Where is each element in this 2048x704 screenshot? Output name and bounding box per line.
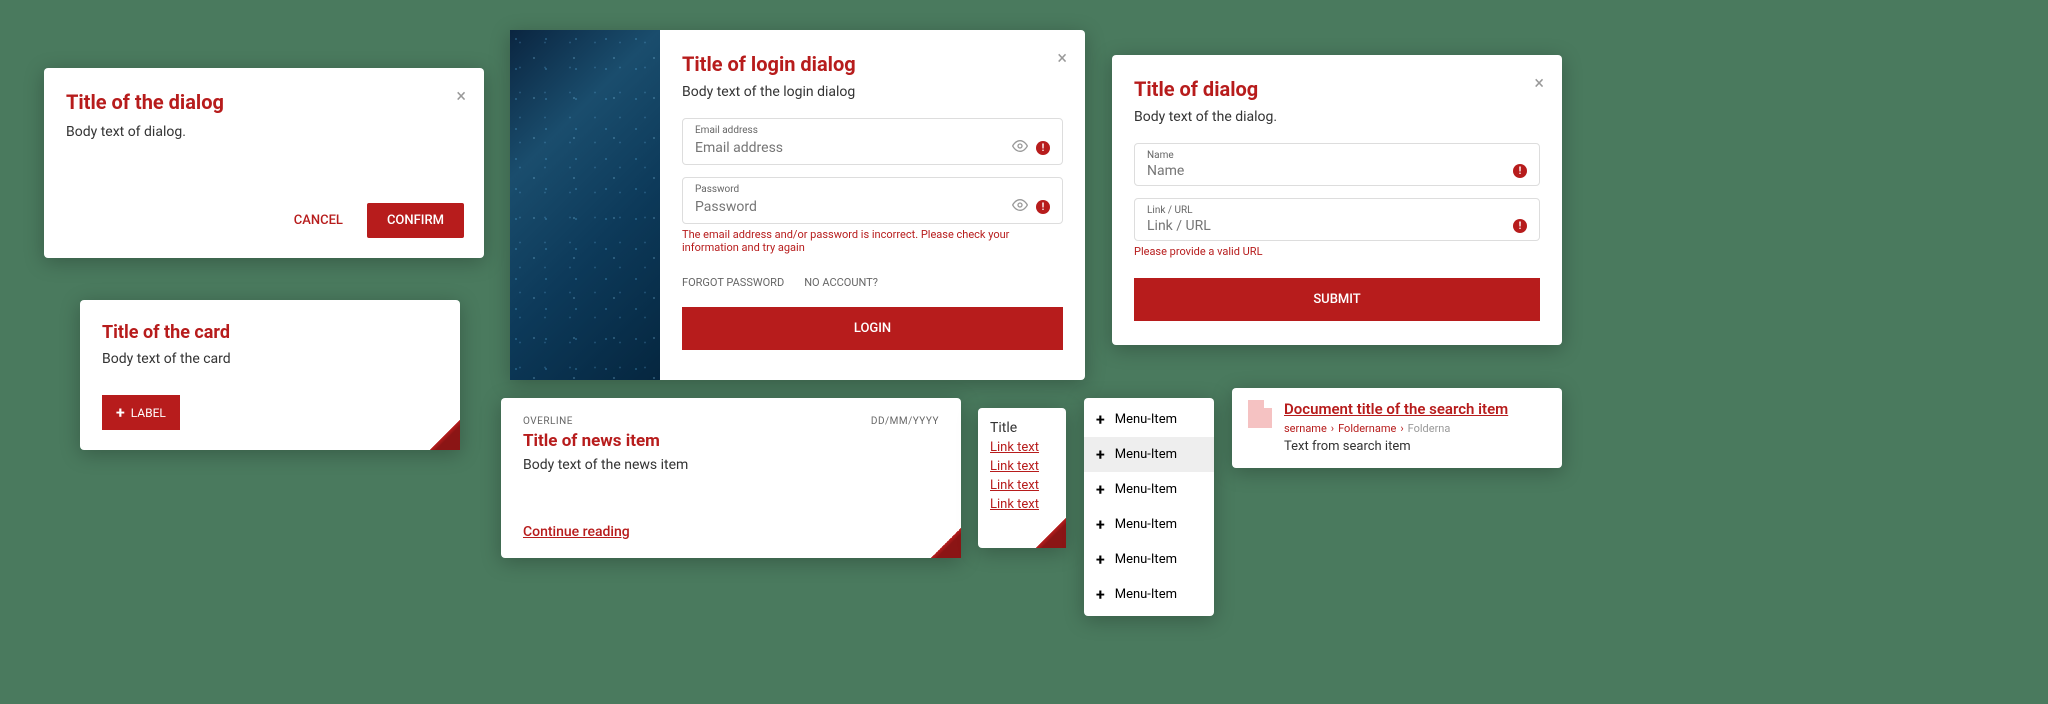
name-field-wrapper: Name ! [1134, 143, 1540, 186]
password-input[interactable] [695, 199, 1012, 215]
link-item[interactable]: Link text [990, 459, 1054, 474]
password-field-wrapper: Password ! [682, 177, 1063, 224]
plus-icon: + [1096, 515, 1105, 534]
email-input[interactable] [695, 140, 1012, 156]
email-field-wrapper: Email address ! [682, 118, 1063, 165]
error-icon: ! [1036, 200, 1050, 214]
menu-item[interactable]: +Menu-Item [1084, 577, 1214, 612]
forgot-password-link[interactable]: FORGOT PASSWORD [682, 276, 784, 289]
plus-icon: + [1096, 550, 1105, 569]
breadcrumb: sername›Foldername›Folderna [1284, 422, 1546, 435]
news-card: OVERLINE DD/MM/YYYY Title of news item B… [501, 398, 961, 558]
corner-fold-icon [931, 528, 961, 558]
login-hero-image [510, 30, 660, 380]
error-icon: ! [1513, 164, 1527, 178]
plus-icon: + [1096, 445, 1105, 464]
continue-reading-link[interactable]: Continue reading [523, 524, 630, 540]
password-label: Password [695, 184, 1050, 195]
submit-button[interactable]: SUBMIT [1134, 278, 1540, 321]
menu-item[interactable]: +Menu-Item [1084, 507, 1214, 542]
dialog-body: Body text of the dialog. [1134, 109, 1540, 125]
label-button[interactable]: +LABEL [102, 395, 180, 430]
close-icon[interactable]: × [1057, 48, 1067, 69]
menu-item[interactable]: +Menu-Item [1084, 437, 1214, 472]
search-result[interactable]: Document title of the search item sernam… [1232, 388, 1562, 468]
email-label: Email address [695, 125, 1050, 136]
login-body: Body text of the login dialog [682, 84, 1063, 100]
document-icon [1248, 400, 1272, 456]
login-button[interactable]: LOGIN [682, 307, 1063, 350]
confirm-button[interactable]: CONFIRM [367, 203, 464, 238]
search-result-text: Text from search item [1284, 439, 1546, 454]
no-account-link[interactable]: NO ACCOUNT? [804, 276, 878, 289]
link-item[interactable]: Link text [990, 478, 1054, 493]
error-icon: ! [1513, 219, 1527, 233]
menu-item[interactable]: +Menu-Item [1084, 472, 1214, 507]
name-label: Name [1147, 150, 1527, 161]
error-icon: ! [1036, 141, 1050, 155]
plus-icon: + [1096, 585, 1105, 604]
url-field-wrapper: Link / URL ! [1134, 198, 1540, 241]
news-body: Body text of the news item [523, 457, 939, 473]
dialog-title: Title of dialog [1134, 77, 1540, 101]
card-title: Title of the card [102, 322, 438, 343]
news-title: Title of news item [523, 431, 939, 451]
url-label: Link / URL [1147, 205, 1527, 216]
close-icon[interactable]: × [456, 86, 466, 107]
link-card: Title Link text Link text Link text Link… [978, 408, 1066, 548]
link-item[interactable]: Link text [990, 497, 1054, 512]
chevron-right-icon: › [1331, 422, 1334, 435]
menu-item[interactable]: +Menu-Item [1084, 542, 1214, 577]
corner-fold-icon [1046, 528, 1066, 548]
dialog-title: Title of the dialog [66, 90, 462, 114]
login-dialog: × Title of login dialog Body text of the… [510, 30, 1085, 380]
link-item[interactable]: Link text [990, 440, 1054, 455]
corner-fold-icon [430, 420, 460, 450]
menu-item[interactable]: +Menu-Item [1084, 402, 1214, 437]
chevron-right-icon: › [1400, 422, 1403, 435]
menu: +Menu-Item +Menu-Item +Menu-Item +Menu-I… [1084, 398, 1214, 616]
login-title: Title of login dialog [682, 52, 1063, 76]
cancel-button[interactable]: CANCEL [278, 203, 359, 238]
name-input[interactable] [1147, 163, 1513, 179]
card-body: Body text of the card [102, 351, 438, 367]
eye-icon[interactable] [1012, 138, 1028, 158]
news-overline: OVERLINE [523, 416, 573, 427]
search-result-title[interactable]: Document title of the search item [1284, 400, 1546, 418]
form-dialog: × Title of dialog Body text of the dialo… [1112, 55, 1562, 345]
link-card-title: Title [990, 420, 1054, 436]
eye-icon[interactable] [1012, 197, 1028, 217]
plus-icon: + [116, 403, 125, 422]
plus-icon: + [1096, 480, 1105, 499]
url-error: Please provide a valid URL [1134, 245, 1540, 258]
close-icon[interactable]: × [1534, 73, 1544, 94]
login-error: The email address and/or password is inc… [682, 228, 1063, 254]
url-input[interactable] [1147, 218, 1513, 234]
action-card: Title of the card Body text of the card … [80, 300, 460, 450]
news-date: DD/MM/YYYY [871, 416, 939, 427]
plus-icon: + [1096, 410, 1105, 429]
dialog-body: Body text of dialog. [66, 124, 462, 140]
confirm-dialog: × Title of the dialog Body text of dialo… [44, 68, 484, 258]
